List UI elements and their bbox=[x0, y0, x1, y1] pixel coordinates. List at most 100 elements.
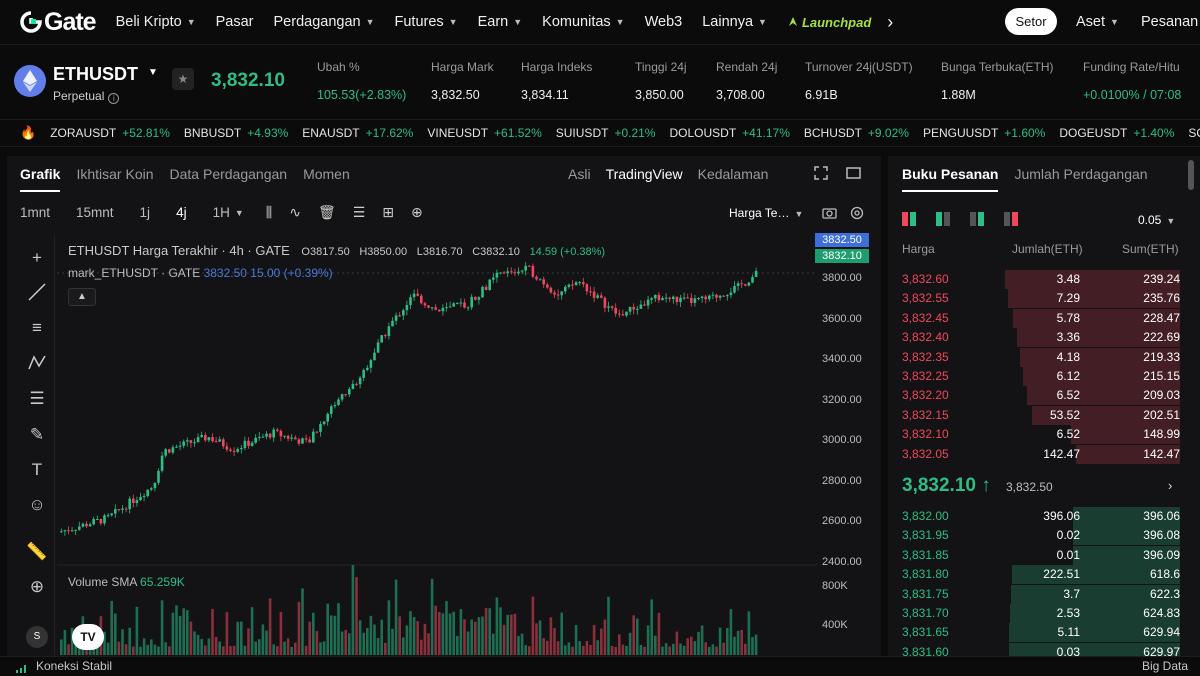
text-tool-icon[interactable]: T bbox=[26, 459, 48, 481]
ask-row[interactable]: 3,832.20 6.52 209.03 bbox=[902, 386, 1180, 406]
ask-row[interactable]: 3,832.60 3.48 239.24 bbox=[902, 270, 1180, 289]
view-tab-asli[interactable]: Asli bbox=[568, 166, 591, 182]
brush-icon[interactable]: ✎ bbox=[26, 424, 48, 446]
tape-item[interactable]: BNBUSDT +4.93% bbox=[184, 126, 288, 140]
nav-item-lainnya[interactable]: Lainnya ▼ bbox=[702, 14, 767, 30]
delete-icon[interactable]: 🗑 bbox=[318, 204, 336, 221]
chevron-down-icon[interactable]: ▼ bbox=[148, 67, 158, 78]
ask-row[interactable]: 3,832.25 6.12 215.15 bbox=[902, 367, 1180, 386]
ask-row[interactable]: 3,832.55 7.29 235.76 bbox=[902, 289, 1180, 309]
add-indicator-icon[interactable]: ⊕ bbox=[411, 204, 423, 221]
ob-sum: 624.83 bbox=[1143, 606, 1180, 620]
nav-item-futures[interactable]: Futures ▼ bbox=[395, 14, 458, 30]
tab-data-perdagangan[interactable]: Data Perdagangan bbox=[170, 166, 288, 192]
ob-tab-buku-pesanan[interactable]: Buku Pesanan bbox=[902, 166, 999, 192]
crosshair-icon[interactable]: + bbox=[26, 247, 48, 269]
tape-item[interactable]: PENGUUSDT +1.60% bbox=[923, 126, 1045, 140]
bigdata-link[interactable]: Big Data bbox=[1142, 659, 1188, 673]
info-icon[interactable]: i bbox=[108, 93, 120, 104]
tradingview-logo[interactable]: TV bbox=[72, 624, 104, 650]
bid-row[interactable]: 3,831.65 5.11 629.94 bbox=[902, 623, 1180, 643]
nav-more-arrow[interactable]: › bbox=[887, 12, 893, 33]
grid-icon[interactable]: ⊞ bbox=[382, 204, 394, 221]
volume-bar bbox=[250, 607, 254, 655]
horizontal-lines-icon[interactable]: ≡ bbox=[26, 317, 48, 339]
timeframe-1j[interactable]: 1j bbox=[140, 205, 151, 220]
candlestick-chart[interactable] bbox=[57, 235, 817, 655]
asks-only-icon[interactable] bbox=[970, 212, 986, 226]
bid-row[interactable]: 3,832.00 396.06 396.06 bbox=[902, 507, 1180, 526]
tape-item[interactable]: BCHUSDT +9.02% bbox=[804, 126, 909, 140]
candle-body bbox=[585, 284, 589, 292]
candle-type-icon[interactable]: ⫼ bbox=[266, 204, 272, 221]
tape-item[interactable]: DOLOUSDT +41.17% bbox=[669, 126, 789, 140]
fib-icon[interactable]: ☰ bbox=[26, 388, 48, 410]
launchpad-icon bbox=[787, 16, 799, 28]
ask-row[interactable]: 3,832.05 142.47 142.47 bbox=[902, 444, 1180, 464]
collapse-legend-button[interactable]: ▲ bbox=[68, 288, 96, 306]
chevron-down-icon[interactable]: ▼ bbox=[235, 208, 244, 218]
candle-body bbox=[567, 284, 571, 287]
nav-item-web3[interactable]: Web3 bbox=[645, 14, 683, 30]
indicators-icon[interactable]: ∿ bbox=[289, 204, 301, 221]
depth-only-icon[interactable] bbox=[1004, 212, 1020, 226]
fullscreen-icon[interactable] bbox=[814, 166, 830, 182]
bid-row[interactable]: 3,831.75 3.7 622.3 bbox=[902, 584, 1180, 604]
nav-item-perdagangan[interactable]: Perdagangan ▼ bbox=[274, 14, 375, 30]
tape-item[interactable]: SUIUSDT +0.21% bbox=[556, 126, 656, 140]
zoom-icon[interactable]: ⊕ bbox=[26, 576, 48, 598]
settings-gear-icon[interactable] bbox=[850, 206, 866, 222]
view-tab-kedalaman[interactable]: Kedalaman bbox=[698, 166, 769, 182]
gate-logo[interactable]: Gate bbox=[20, 8, 97, 37]
bid-row[interactable]: 3,831.85 0.01 396.09 bbox=[902, 545, 1180, 565]
ob-tab-jumlah-perdagangan[interactable]: Jumlah Perdagangan bbox=[1014, 166, 1147, 192]
nav-item-pasar[interactable]: Pasar bbox=[216, 14, 254, 30]
emoji-icon[interactable]: ☺ bbox=[26, 494, 48, 516]
both-sides-icon[interactable] bbox=[902, 212, 918, 226]
launchpad-link[interactable]: Launchpad bbox=[787, 15, 871, 30]
ask-row[interactable]: 3,832.35 4.18 219.33 bbox=[902, 347, 1180, 367]
favorite-star-icon[interactable]: ★ bbox=[172, 68, 194, 90]
nav-item-beli-kripto[interactable]: Beli Kripto ▼ bbox=[116, 14, 196, 30]
chevron-right-icon[interactable]: › bbox=[1168, 478, 1172, 493]
window-icon[interactable] bbox=[846, 166, 862, 182]
bid-row[interactable]: 3,831.80 222.51 618.6 bbox=[902, 565, 1180, 585]
bid-row[interactable]: 3,831.70 2.53 624.83 bbox=[902, 604, 1180, 623]
tape-item[interactable]: ENAUSDT +17.62% bbox=[302, 126, 413, 140]
tape-item[interactable]: SOLU bbox=[1188, 126, 1200, 140]
ask-row[interactable]: 3,832.40 3.36 222.69 bbox=[902, 328, 1180, 348]
nav-item-earn[interactable]: Earn ▼ bbox=[478, 14, 523, 30]
tape-item[interactable]: VINEUSDT +61.52% bbox=[427, 126, 541, 140]
precision-select[interactable]: 0.05 ▼ bbox=[1138, 213, 1175, 227]
aset-menu[interactable]: Aset ▼ bbox=[1076, 0, 1119, 44]
tab-grafik[interactable]: Grafik bbox=[20, 166, 61, 192]
bids-only-icon[interactable] bbox=[936, 212, 952, 226]
timeframe-15mnt[interactable]: 15mnt bbox=[76, 205, 114, 220]
ask-row[interactable]: 3,832.45 5.78 228.47 bbox=[902, 308, 1180, 328]
list-icon[interactable]: ☰ bbox=[353, 204, 366, 221]
tab-ikhtisar-koin[interactable]: Ikhtisar Koin bbox=[76, 166, 153, 192]
ob-amount: 2.53 bbox=[1056, 606, 1080, 620]
pesanan-menu[interactable]: Pesanan bbox=[1141, 0, 1198, 44]
symbol-selector[interactable]: ETHUSDT bbox=[53, 64, 138, 85]
timeframe-1H[interactable]: 1H bbox=[213, 205, 230, 220]
ob-amount: 5.78 bbox=[1056, 310, 1080, 325]
setor-button[interactable]: Setor bbox=[1005, 8, 1057, 35]
ask-row[interactable]: 3,832.15 53.52 202.51 bbox=[902, 405, 1180, 425]
tape-item[interactable]: ZORAUSDT +52.81% bbox=[50, 126, 170, 140]
price-type-select[interactable]: Harga Te… ▼ bbox=[729, 206, 803, 220]
trendline-icon[interactable] bbox=[26, 282, 48, 304]
scrollbar[interactable] bbox=[1188, 160, 1194, 190]
nav-item-komunitas[interactable]: Komunitas ▼ bbox=[542, 14, 624, 30]
bid-row[interactable]: 3,831.95 0.02 396.08 bbox=[902, 526, 1180, 546]
pattern-icon[interactable] bbox=[26, 353, 48, 375]
tape-item[interactable]: DOGEUSDT +1.40% bbox=[1059, 126, 1174, 140]
tab-momen[interactable]: Momen bbox=[303, 166, 350, 192]
timeframe-4j[interactable]: 4j bbox=[176, 205, 187, 220]
camera-icon[interactable] bbox=[822, 206, 838, 222]
timeframe-1mnt[interactable]: 1mnt bbox=[20, 205, 50, 220]
ruler-icon[interactable]: 📏 bbox=[26, 541, 48, 563]
s-badge-icon[interactable]: S bbox=[26, 626, 48, 648]
ask-row[interactable]: 3,832.10 6.52 148.99 bbox=[902, 425, 1180, 445]
view-tab-tradingview[interactable]: TradingView bbox=[606, 166, 683, 182]
